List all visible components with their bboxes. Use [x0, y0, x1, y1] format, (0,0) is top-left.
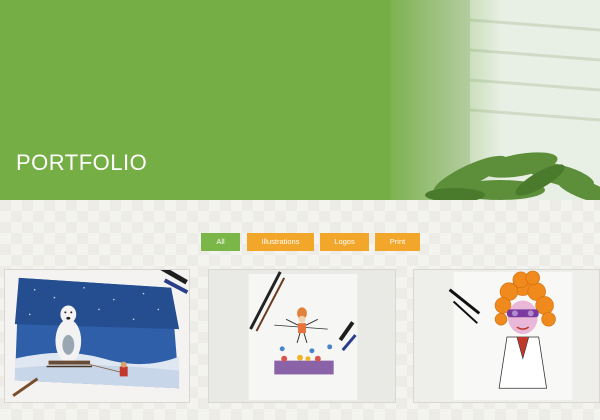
portfolio-item[interactable] — [413, 269, 600, 403]
filter-print-button[interactable]: Print — [375, 233, 420, 251]
acrobat-illustration-image — [209, 270, 395, 402]
portfolio-item[interactable] — [208, 269, 396, 403]
curly-hair-woman-illustration-image — [414, 270, 599, 402]
portfolio-filter-bar: All Illustrations Logos Print — [0, 233, 600, 251]
filter-logos-button[interactable]: Logos — [320, 233, 369, 251]
filter-all-button[interactable]: All — [201, 233, 240, 251]
polar-bear-illustration-image — [5, 270, 189, 402]
filter-illustrations-button[interactable]: Illustrations — [247, 233, 314, 251]
hero-banner: PORTFOLIO — [0, 0, 600, 200]
page-title: PORTFOLIO — [16, 150, 148, 175]
portfolio-item[interactable] — [4, 269, 190, 403]
